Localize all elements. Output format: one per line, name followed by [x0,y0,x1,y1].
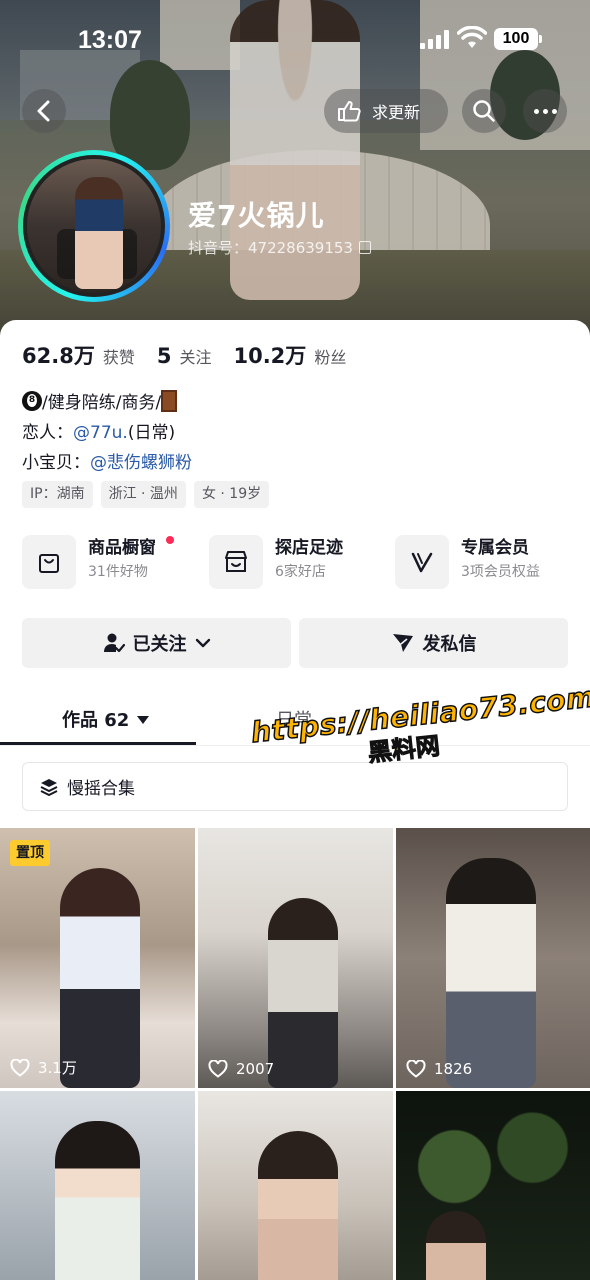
wifi-icon [456,25,488,50]
layers-icon [40,778,58,796]
video-tile[interactable] [396,1091,590,1280]
user-check-icon [103,633,125,653]
vip-membership-entry[interactable]: 专属会员 3项会员权益 [395,535,540,591]
vip-membership-subtitle: 3项会员权益 [461,564,540,580]
action-buttons: 已关注 发私信 [22,618,568,668]
back-button[interactable] [22,89,66,133]
video-likes: 1826 [406,1060,472,1078]
paper-plane-icon [392,634,413,652]
vip-icon [395,535,449,589]
more-dots-icon [533,108,539,114]
video-tile[interactable]: 2007 [198,828,393,1088]
profile-tags: IP：湖南 浙江 · 温州 女 · 19岁 [22,481,270,508]
chevron-left-icon [37,100,50,122]
video-likes-count: 1826 [434,1060,473,1078]
send-message-label: 发私信 [422,634,477,655]
douyin-id: 抖音号：47228639153 [188,239,353,257]
video-likes: 3.1万 [10,1057,77,1078]
caret-down-icon[interactable] [137,716,150,724]
heart-icon [208,1060,228,1078]
mention-lover[interactable]: @77u. [73,423,128,443]
store-visits-subtitle: 6家好店 [275,564,326,580]
profile-nickname: 爱7火锅儿 [188,199,325,232]
new-dot-badge [166,536,174,544]
store-visits-entry[interactable]: 探店足迹 6家好店 [209,535,343,591]
store-visits-title: 探店足迹 [275,538,343,558]
following-label[interactable]: 关注 [179,344,211,368]
status-time: 13:07 [78,26,142,54]
bio-baby-prefix: 小宝贝： [22,453,90,473]
vip-membership-title: 专属会员 [461,538,529,558]
cellular-signal-icon [420,29,450,49]
video-tile[interactable]: 1826 [396,828,590,1088]
video-tile[interactable] [198,1091,393,1280]
bio-line-2: 恋人：@77u.(日常) [22,418,175,443]
search-button[interactable] [462,89,506,133]
heart-icon [406,1060,426,1078]
chevron-down-icon [195,638,210,648]
shop-window-entry[interactable]: 商品橱窗 31件好物 [22,535,174,591]
bio-line-3: 小宝贝：@悲伤螺狮粉 [22,448,192,473]
search-icon [473,100,495,122]
bio-line-1: /健身陪练/商务/ [22,388,178,413]
profile-stats: 62.8万 获赞 5 关注 10.2万 粉丝 [22,340,368,370]
video-likes-count: 2007 [236,1060,275,1078]
bag-icon [22,535,76,589]
battery-indicator: 100 [494,28,542,50]
video-likes: 2007 [208,1060,274,1078]
gender-age-tag: 女 · 19岁 [193,481,270,508]
store-icon [209,535,263,589]
followers-label[interactable]: 粉丝 [314,344,346,368]
shop-window-title: 商品橱窗 [88,538,156,558]
pointing-hand-icon [338,101,361,122]
douyin-id-row[interactable]: 抖音号：47228639153 [188,237,371,258]
avatar[interactable] [23,155,165,297]
video-tile[interactable] [0,1091,195,1280]
following-button[interactable]: 已关注 [22,618,291,668]
region-tag[interactable]: 浙江 · 温州 [100,481,186,508]
more-options-button[interactable] [523,89,567,133]
eight-ball-icon [22,391,42,411]
likes-label: 获赞 [102,348,135,367]
tab-works-label: 作品 62 [62,710,130,731]
mention-baby[interactable]: @悲伤螺狮粉 [90,453,192,473]
ip-location-tag: IP：湖南 [22,481,93,508]
bio-text: /健身陪练/商务/ [42,393,162,413]
door-icon [161,390,178,412]
pinned-badge: 置顶 [10,840,50,866]
bio-lover-suffix: (日常) [127,423,176,443]
video-tile[interactable]: 置顶 3.1万 [0,828,195,1088]
tab-works[interactable]: 作品 62 [62,706,150,732]
copy-icon[interactable] [358,241,371,254]
feature-entries: 商品橱窗 31件好物 探店足迹 6家好店 专属会员 3项会员权益 [22,535,568,591]
followers-count[interactable]: 10.2万 [233,340,306,370]
following-count[interactable]: 5 [157,344,172,368]
request-update-label: 求更新 [372,103,421,122]
collection-label: 慢摇合集 [67,779,135,799]
video-likes-count: 3.1万 [38,1059,77,1077]
following-button-label: 已关注 [132,634,187,655]
request-update-button[interactable]: 求更新 [324,89,448,133]
send-message-button[interactable]: 发私信 [299,618,568,668]
bio-lover-prefix: 恋人： [22,423,73,443]
active-tab-indicator [0,742,196,745]
heart-icon [10,1058,30,1077]
avatar-ring[interactable] [18,150,170,302]
likes-count: 62.8万 [22,344,95,368]
shop-window-subtitle: 31件好物 [88,564,148,580]
